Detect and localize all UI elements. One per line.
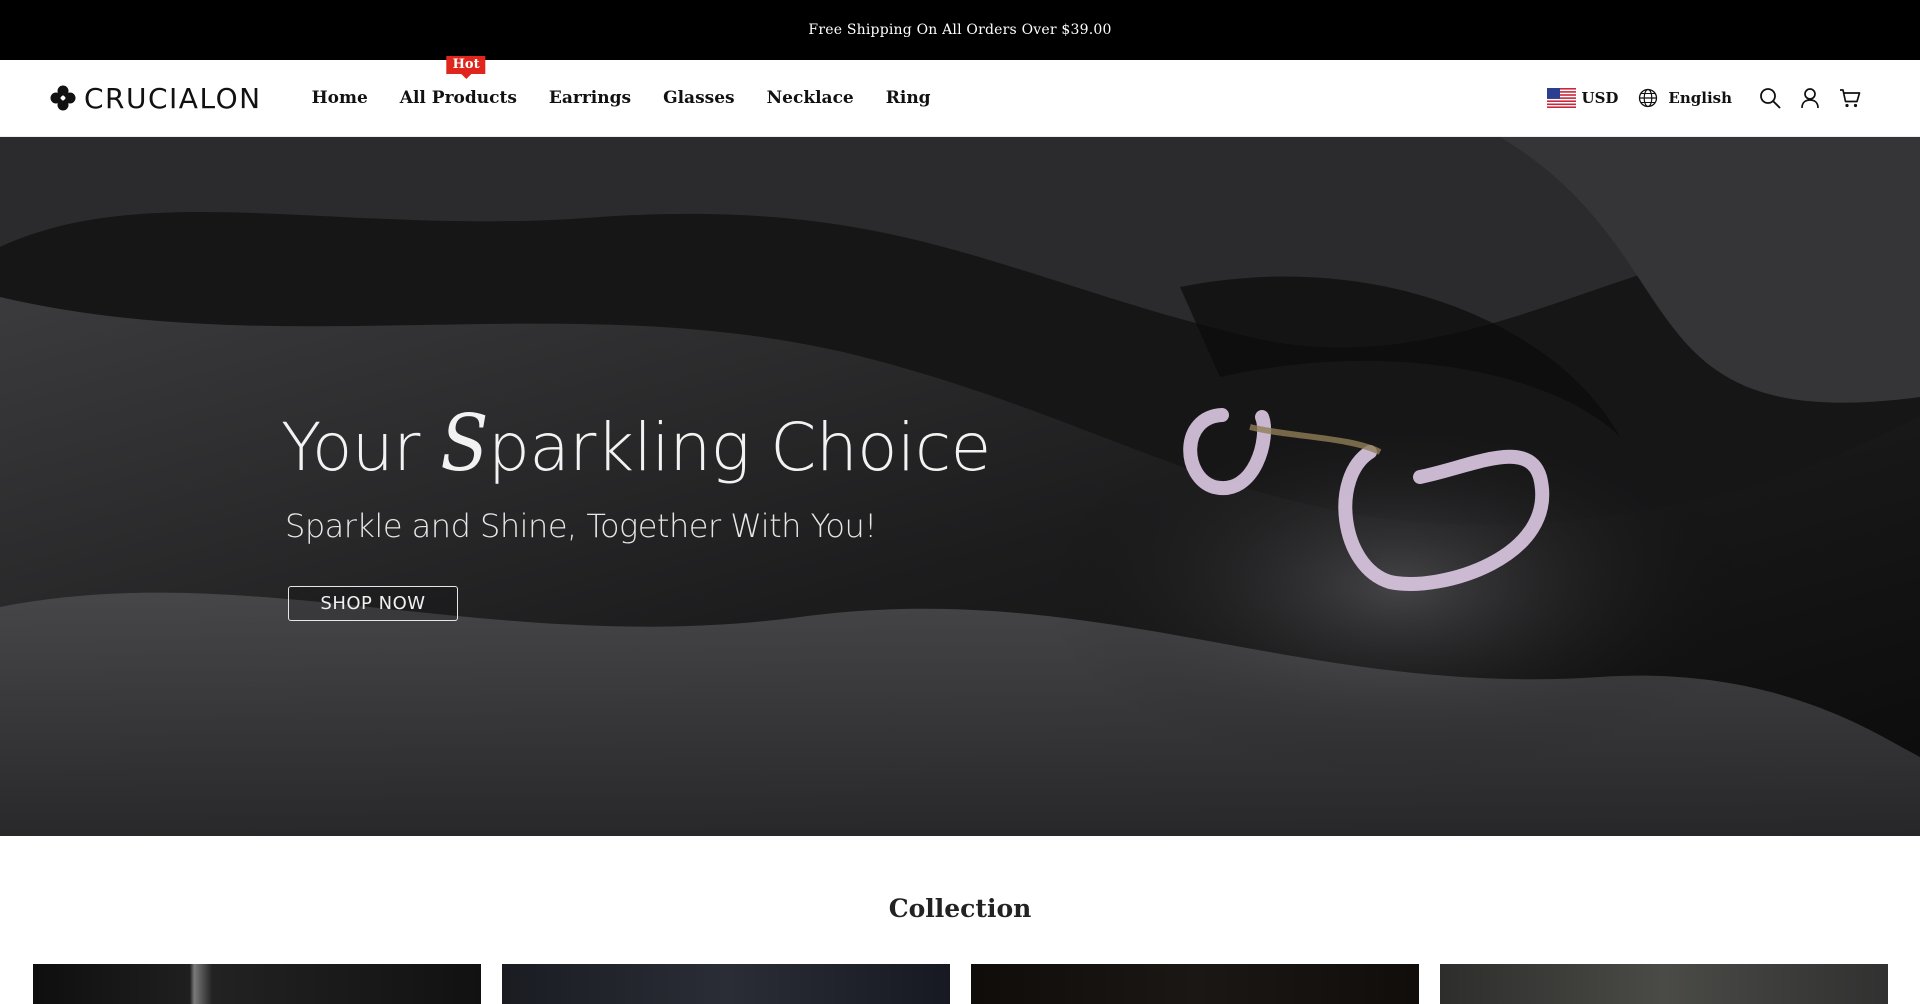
nav-glasses[interactable]: Glasses — [647, 88, 751, 108]
cart-button[interactable] — [1830, 78, 1870, 118]
main-nav: Home All Products Hot Earrings Glasses N… — [296, 56, 947, 108]
hero-banner: Your Sparkling Choice Sparkle and Shine,… — [0, 137, 1920, 836]
announcement-text: Free Shipping On All Orders Over $39.00 — [808, 22, 1112, 38]
nav-all-products-label: All Products — [399, 88, 517, 108]
search-button[interactable] — [1750, 78, 1790, 118]
announcement-bar: Free Shipping On All Orders Over $39.00 — [0, 0, 1920, 60]
shop-now-button[interactable]: SHOP NOW — [288, 586, 458, 621]
nav-home[interactable]: Home — [296, 88, 384, 108]
account-button[interactable] — [1790, 78, 1830, 118]
logo[interactable]: CRUCIALON — [50, 82, 262, 115]
cart-icon — [1840, 89, 1861, 108]
hero-title-prefix: Your — [281, 409, 441, 486]
hero-title-rest: parkling Choice — [487, 409, 991, 486]
collection-card[interactable] — [502, 964, 950, 1004]
logo-icon — [50, 85, 76, 111]
hero-subtitle: Sparkle and Shine, Together With You! — [285, 507, 877, 545]
nav-all-products[interactable]: All Products Hot — [384, 56, 533, 108]
account-icon — [1801, 88, 1819, 109]
hero-title-script-s: S — [440, 399, 488, 489]
header-actions: USD English — [1546, 78, 1871, 118]
logo-text: CRUCIALON — [84, 81, 262, 115]
collection-card[interactable] — [971, 964, 1419, 1004]
collection-card[interactable] — [33, 964, 481, 1004]
nav-ring[interactable]: Ring — [870, 88, 947, 108]
site-header: CRUCIALON Home All Products Hot Earrings… — [0, 56, 1920, 137]
nav-necklace[interactable]: Necklace — [751, 88, 870, 108]
globe-icon — [1639, 88, 1658, 108]
nav-earrings[interactable]: Earrings — [533, 88, 647, 108]
collection-title: Collection — [888, 894, 1032, 923]
currency-selector[interactable]: USD — [1546, 88, 1619, 108]
collection-grid — [33, 964, 1888, 1004]
hot-badge: Hot — [446, 56, 486, 74]
hero-title: Your Sparkling Choice — [281, 399, 991, 489]
us-flag-icon — [1546, 88, 1576, 108]
search-icon — [1760, 88, 1781, 109]
collection-card[interactable] — [1440, 964, 1888, 1004]
currency-label: USD — [1581, 89, 1619, 107]
language-selector[interactable]: English — [1638, 88, 1732, 108]
language-label: English — [1668, 89, 1732, 107]
collection-section: Collection — [0, 836, 1920, 923]
